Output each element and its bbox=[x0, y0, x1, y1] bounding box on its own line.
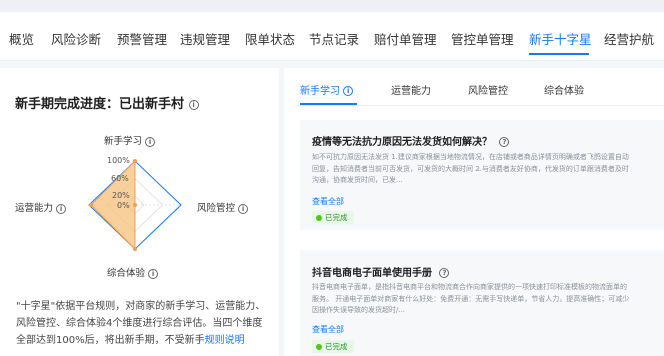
right-tab-overall-experience[interactable]: 综合体验 bbox=[544, 82, 584, 97]
tab-control-order-management[interactable]: 管控单管理 bbox=[451, 29, 514, 48]
radar-label-text: 综合体验 bbox=[107, 268, 146, 279]
radar-label-text: 新手学习 bbox=[104, 136, 143, 147]
radar-label-newbie-learning: 新手学习 i bbox=[104, 133, 156, 147]
tab-order-limit-status[interactable]: 限单状态 bbox=[245, 29, 295, 48]
radar-point bbox=[89, 203, 93, 207]
info-icon[interactable]: i bbox=[343, 86, 354, 96]
tab-warning-management[interactable]: 预警管理 bbox=[117, 29, 167, 48]
tab-violation-management[interactable]: 违规管理 bbox=[180, 29, 230, 48]
radar-scale-100: 100% bbox=[107, 156, 130, 165]
task-card[interactable]: 疫情等无法抗力原因无法发货如何解决？ ? 如不可抗力原因无法发货 1.建议商家根… bbox=[300, 120, 664, 230]
tab-node-records[interactable]: 节点记录 bbox=[309, 29, 359, 48]
radar-scale-20: 20% bbox=[112, 191, 130, 200]
status-text: 已完成 bbox=[325, 342, 348, 351]
tab-divider bbox=[296, 105, 664, 106]
radar-label-risk-control: 风险管控 i bbox=[197, 200, 249, 214]
card-title: 疫情等无法抗力原因无法发货如何解决？ ? bbox=[312, 133, 510, 148]
rules-link[interactable]: 规则说明 bbox=[205, 335, 245, 346]
card-title-text: 疫情等无法抗力原因无法发货如何解决？ bbox=[312, 137, 492, 148]
info-icon[interactable]: i bbox=[56, 203, 67, 214]
info-icon[interactable]: i bbox=[238, 203, 249, 214]
radar-point bbox=[133, 159, 137, 163]
tab-risk-diagnosis[interactable]: 风险诊断 bbox=[51, 29, 101, 48]
radar-point bbox=[133, 247, 137, 251]
radar-point bbox=[133, 203, 137, 207]
progress-description: "十字星"依据平台规则，对商家的新手学习、运营能力、风险管控、综合体验4个维度进… bbox=[16, 298, 266, 349]
radar-label-text: 风险管控 bbox=[197, 203, 236, 214]
tasks-panel: 新手学习 i 运营能力 风险管控 综合体验 疫情等无法抗力原因无法发货如何解决？… bbox=[284, 68, 664, 356]
radar-label-text: 运营能力 bbox=[15, 203, 54, 214]
check-icon bbox=[316, 343, 322, 350]
active-tab-indicator bbox=[529, 53, 589, 55]
info-icon[interactable]: i bbox=[148, 268, 159, 279]
card-body: 抖音电商电子面单，是指抖音电商平台和物流商合作向商家提供的一项快速打印标准模板的… bbox=[312, 283, 630, 314]
status-badge: 已完成 bbox=[312, 211, 354, 224]
right-tab-newbie-learning[interactable]: 新手学习 i bbox=[300, 82, 354, 97]
top-strip bbox=[0, 0, 664, 12]
tab-overview[interactable]: 概览 bbox=[9, 29, 34, 48]
tab-newbie-star[interactable]: 新手十字星 bbox=[529, 29, 592, 48]
tab-business-escort[interactable]: 经营护航 bbox=[604, 29, 654, 48]
card-title: 抖音电商电子面单使用手册 ? bbox=[312, 264, 450, 279]
tab-compensation-management[interactable]: 赔付单管理 bbox=[374, 29, 437, 48]
info-icon[interactable]: i bbox=[145, 136, 156, 147]
see-all-link[interactable]: 查看全部 bbox=[312, 324, 344, 335]
radar-label-overall-experience: 综合体验 i bbox=[107, 265, 159, 279]
help-icon[interactable]: ? bbox=[499, 137, 510, 147]
task-card[interactable]: 抖音电商电子面单使用手册 ? 抖音电商电子面单，是指抖音电商平台和物流商合作向商… bbox=[300, 250, 664, 356]
card-body: 如不可抗力原因无法发货 1.建议商家根据当地物流情况，在店铺或者商品详情页明确或… bbox=[312, 153, 629, 184]
radar-scale-60: 60% bbox=[111, 174, 129, 183]
radar-scale-0: 0% bbox=[117, 201, 130, 210]
right-tab-label: 新手学习 bbox=[300, 86, 340, 97]
card-title-text: 抖音电商电子面单使用手册 bbox=[312, 268, 432, 279]
right-tab-risk-control[interactable]: 风险管控 bbox=[468, 82, 508, 97]
status-text: 已完成 bbox=[325, 213, 348, 222]
help-icon[interactable]: ? bbox=[439, 268, 450, 278]
progress-panel: 新手期完成进度：已出新手村 i 新手学习 i 风险管控 i 综合体验 i 运营能… bbox=[0, 68, 279, 356]
radar-label-operation-ability: 运营能力 i bbox=[15, 200, 67, 214]
see-all-link[interactable]: 查看全部 bbox=[312, 196, 344, 207]
top-nav: 概览 风险诊断 预警管理 违规管理 限单状态 节点记录 赔付单管理 管控单管理 … bbox=[0, 12, 664, 61]
check-icon bbox=[316, 214, 322, 221]
status-badge: 已完成 bbox=[312, 340, 354, 353]
radar-chart bbox=[88, 159, 182, 251]
right-tab-operation-ability[interactable]: 运营能力 bbox=[391, 82, 431, 97]
